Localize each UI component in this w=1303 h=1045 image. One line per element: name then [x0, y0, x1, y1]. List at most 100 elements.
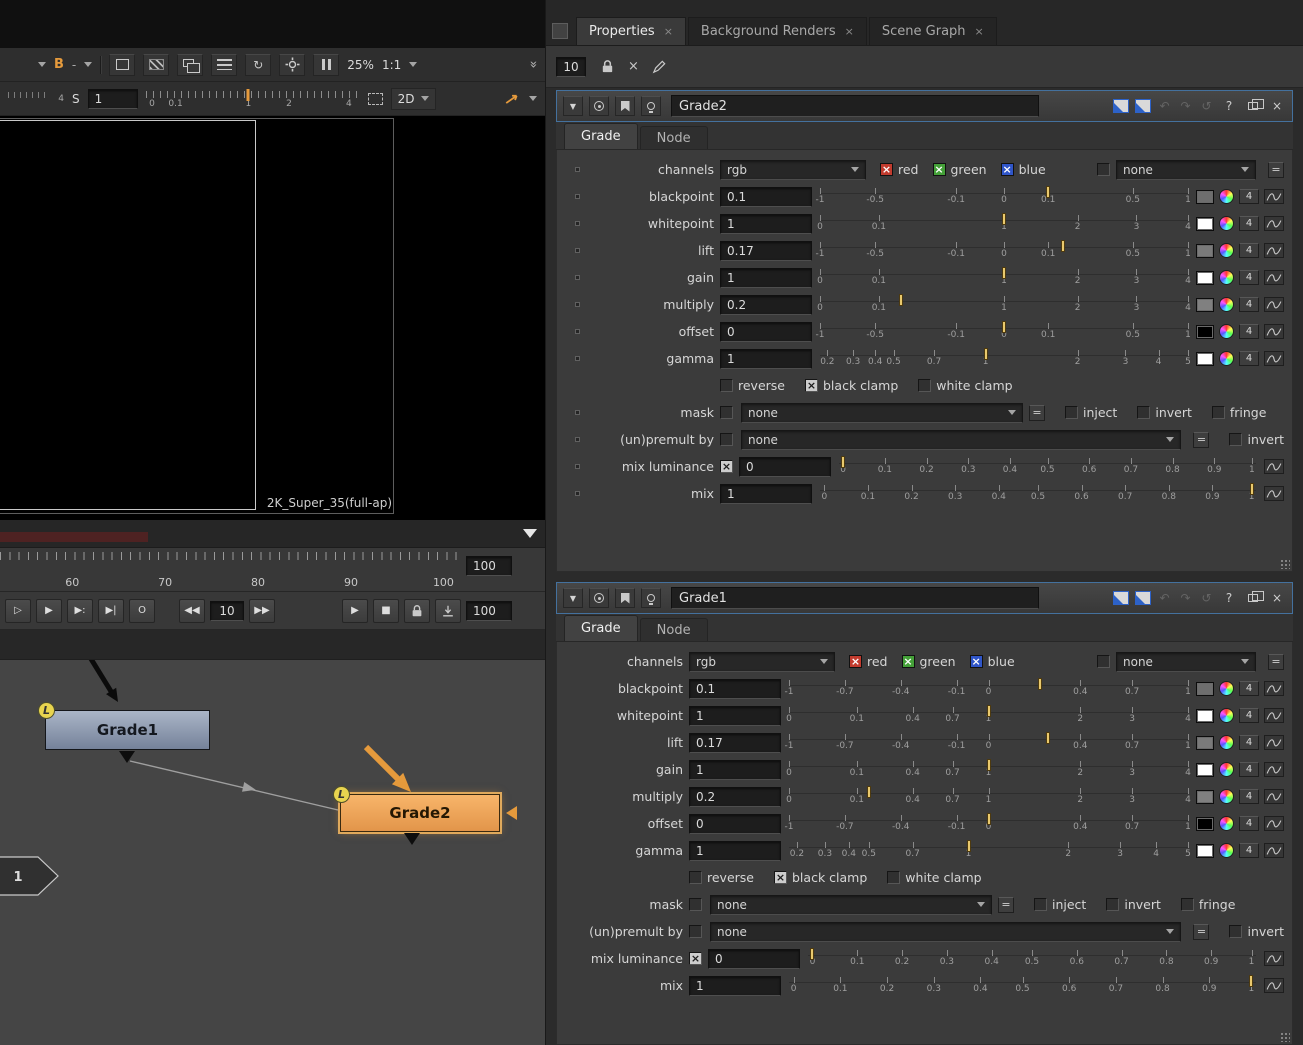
color-wheel-button[interactable]: [1219, 324, 1234, 339]
buffer-dropdown-stub[interactable]: [8, 62, 46, 67]
slider-handle[interactable]: [867, 786, 871, 798]
slider-handle[interactable]: [984, 348, 988, 360]
gain-slider[interactable]: 00.1124: [146, 88, 360, 110]
red-checkbox[interactable]: ×: [880, 163, 893, 176]
blackpoint-input[interactable]: 0.1: [689, 679, 781, 699]
node-grade1[interactable]: L Grade1: [45, 710, 210, 750]
refresh-button[interactable]: ↻: [245, 54, 271, 76]
panel-close-button[interactable]: ×: [1268, 97, 1286, 115]
node-grade2[interactable]: L Grade2: [340, 794, 500, 832]
gain-input[interactable]: 1: [689, 760, 781, 780]
clear-panels-button[interactable]: ×: [628, 59, 639, 74]
panel-collapse-button[interactable]: ▼: [563, 588, 583, 608]
pane-menu-button[interactable]: [552, 23, 568, 39]
green-channel-toggle[interactable]: ×green: [933, 162, 987, 177]
black-clamp-toggle[interactable]: ×black clamp: [805, 378, 898, 393]
slider[interactable]: 00.10.40.71234: [789, 704, 1188, 728]
panel-bookmark-button[interactable]: [615, 96, 635, 116]
multi-value-button[interactable]: 4: [1239, 270, 1259, 285]
slider[interactable]: 00.10.40.71234: [789, 758, 1188, 782]
slider[interactable]: 00.10.20.30.40.50.60.70.80.91: [839, 455, 1256, 479]
color-swatch-button[interactable]: [1196, 298, 1214, 312]
slider-handle[interactable]: [810, 948, 814, 960]
premult-checkbox[interactable]: [720, 433, 733, 446]
node-name-field[interactable]: Grade1: [671, 587, 1039, 609]
panel-menu-chevron-icon[interactable]: »: [526, 61, 541, 69]
hidden-input-arrow[interactable]: [506, 806, 517, 820]
slider-handle[interactable]: [1002, 213, 1006, 225]
pointer-icon[interactable]: [504, 90, 520, 106]
color-wheel-button[interactable]: [1219, 297, 1234, 312]
viewer-menu-triangle-icon[interactable]: [523, 529, 537, 538]
node-output-arrow[interactable]: [404, 833, 420, 845]
current-frame-field[interactable]: 10: [210, 601, 244, 621]
fringe-checkbox[interactable]: [1212, 406, 1225, 419]
premult-dropdown[interactable]: none: [741, 430, 1181, 450]
slider-handle[interactable]: [1038, 678, 1042, 690]
color-swatch-button[interactable]: [1196, 325, 1214, 339]
color-wheel-button[interactable]: [1219, 243, 1234, 258]
black-clamp-checkbox[interactable]: ×: [805, 379, 818, 392]
slider[interactable]: 00.11234: [820, 212, 1188, 236]
viewer-range-strip[interactable]: [0, 520, 545, 548]
help-button[interactable]: ?: [1220, 97, 1238, 115]
curve-button[interactable]: [1264, 351, 1284, 366]
slider-handle[interactable]: [987, 705, 991, 717]
invert-toggle[interactable]: invert: [1106, 897, 1161, 912]
multiply-input[interactable]: 0.2: [720, 295, 812, 315]
slider[interactable]: 00.10.20.30.40.50.60.70.80.91: [789, 974, 1256, 998]
tab-properties[interactable]: Properties×: [576, 17, 686, 45]
crop-button[interactable]: [109, 54, 135, 76]
curve-button[interactable]: [1264, 324, 1284, 339]
slider-handle[interactable]: [1002, 321, 1006, 333]
curve-button[interactable]: [1264, 270, 1284, 285]
whitepoint-input[interactable]: 1: [720, 214, 812, 234]
curve-button[interactable]: [1264, 459, 1284, 474]
color-wheel-button[interactable]: [1219, 762, 1234, 777]
panel-lightbulb-button[interactable]: [641, 96, 661, 116]
gain-input[interactable]: 1: [720, 268, 812, 288]
chevron-down-icon[interactable]: [529, 96, 537, 101]
color-swatch-button[interactable]: [1196, 736, 1214, 750]
dropdown-arrow-icon[interactable]: [409, 62, 417, 67]
export-button[interactable]: [435, 599, 461, 623]
pause-button[interactable]: [313, 54, 339, 76]
slider[interactable]: -1-0.7-0.4-0.100.40.71: [789, 677, 1188, 701]
premult-checkbox[interactable]: [689, 925, 702, 938]
mask-checkbox[interactable]: [720, 406, 733, 419]
color-wheel-button[interactable]: [1219, 708, 1234, 723]
fringe-checkbox[interactable]: [1181, 898, 1194, 911]
panel-close-button[interactable]: ×: [1268, 589, 1286, 607]
lift-input[interactable]: 0.17: [720, 241, 812, 261]
curve-button[interactable]: [1264, 735, 1284, 750]
slider-handle[interactable]: [1046, 186, 1050, 198]
lift-input[interactable]: 0.17: [689, 733, 781, 753]
color-wheel-button[interactable]: [1219, 351, 1234, 366]
lock-range-button[interactable]: [404, 599, 430, 623]
slider[interactable]: -1-0.5-0.100.10.51: [820, 239, 1188, 263]
white-clamp-checkbox[interactable]: [887, 871, 900, 884]
fringe-toggle[interactable]: fringe: [1212, 405, 1267, 420]
zoom-level[interactable]: 25%: [347, 58, 374, 72]
mix-input[interactable]: 1: [689, 976, 781, 996]
color-wheel-button[interactable]: [1219, 216, 1234, 231]
curve-button[interactable]: [1264, 681, 1284, 696]
multi-value-button[interactable]: 4: [1239, 243, 1259, 258]
curve-button[interactable]: [1264, 951, 1284, 966]
blue-channel-toggle[interactable]: ×blue: [1001, 162, 1046, 177]
color-wheel-button[interactable]: [1219, 681, 1234, 696]
multi-value-button[interactable]: 4: [1239, 216, 1259, 231]
slider[interactable]: 00.10.20.30.40.50.60.70.80.91: [820, 482, 1256, 506]
timeline-ruler[interactable]: 60708090100: [0, 550, 460, 590]
color-swatch-button[interactable]: [1196, 271, 1214, 285]
color-swatch-button[interactable]: [1196, 244, 1214, 258]
slider-handle[interactable]: [1250, 483, 1254, 495]
curve-button[interactable]: [1264, 216, 1284, 231]
invert-checkbox[interactable]: [1137, 406, 1150, 419]
whitepoint-input[interactable]: 1: [689, 706, 781, 726]
curve-button[interactable]: [1264, 486, 1284, 501]
inject-toggle[interactable]: inject: [1065, 405, 1117, 420]
curve-button[interactable]: [1264, 762, 1284, 777]
panel-collapse-button[interactable]: ▼: [563, 96, 583, 116]
gain-marker[interactable]: [247, 89, 250, 101]
